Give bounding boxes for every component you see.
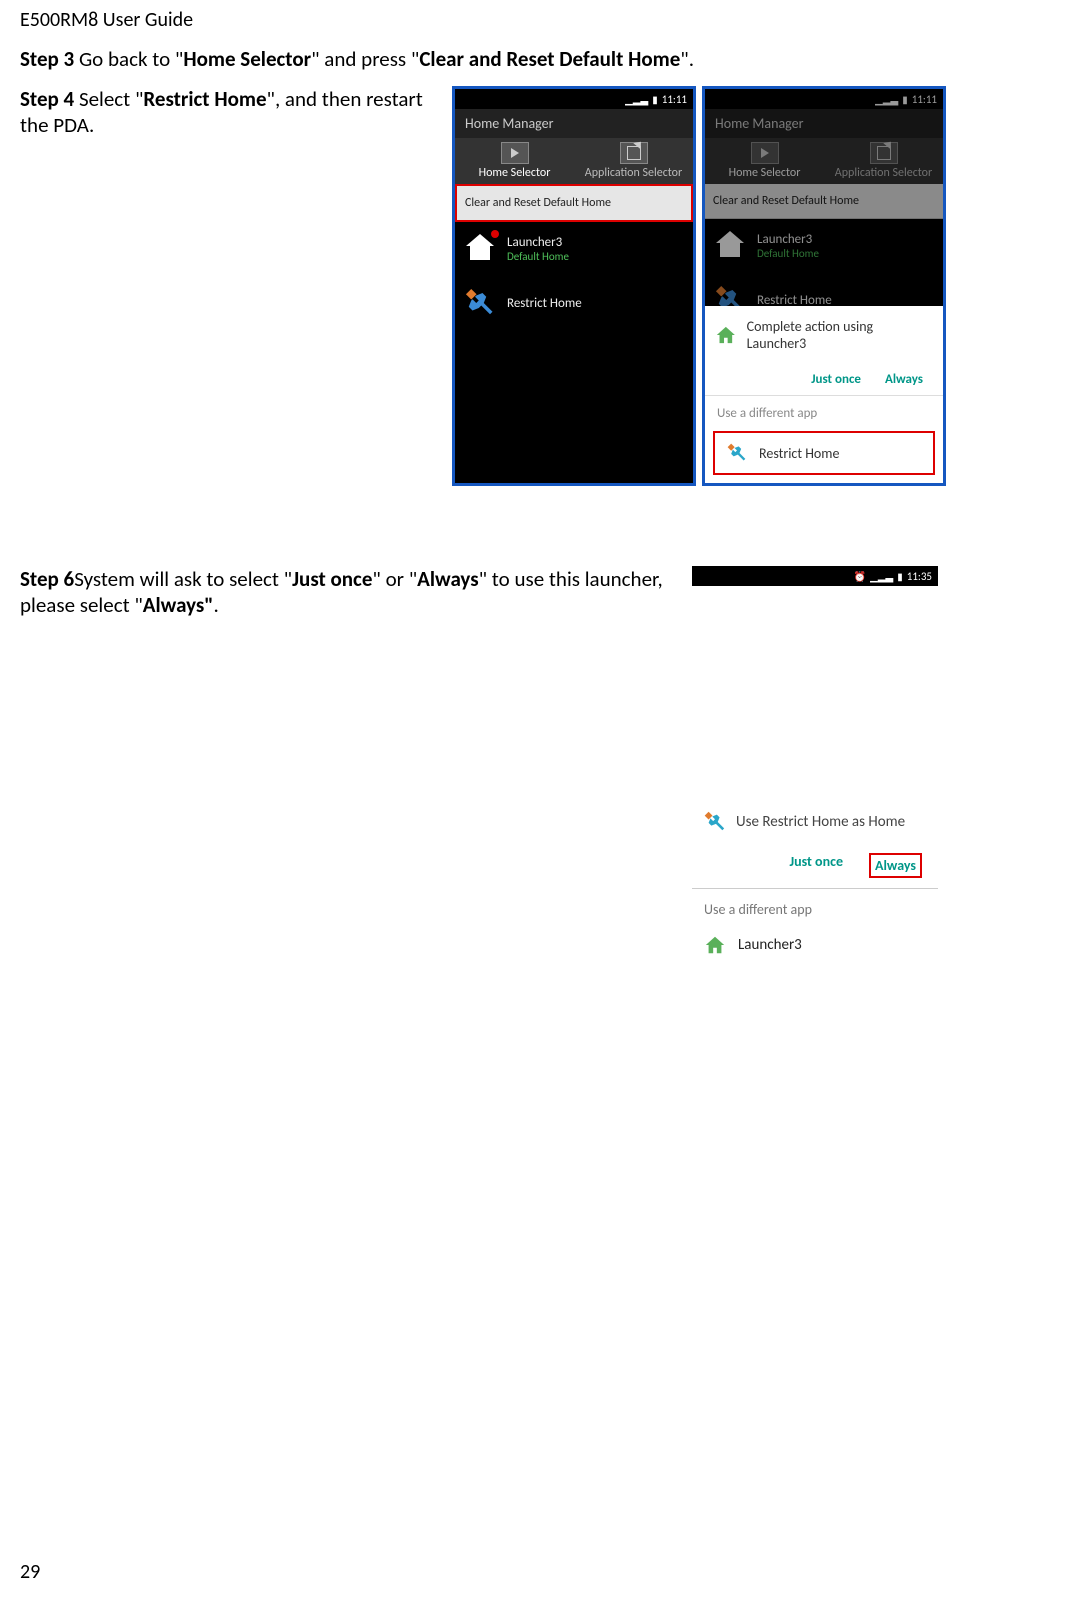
home-icon	[463, 232, 497, 266]
tools-icon	[463, 286, 497, 320]
clear-reset-button[interactable]: Clear and Reset Default Home	[455, 184, 693, 222]
launcher3-item[interactable]: Launcher3 Default Home	[705, 219, 943, 273]
signal-icon: ▁▂▃	[625, 93, 648, 106]
tab-application-selector[interactable]: Application Selector	[824, 138, 943, 184]
tab-home-selector[interactable]: Home Selector	[455, 138, 574, 184]
launcher3-item[interactable]: Launcher3 Default Home	[455, 222, 693, 276]
status-time: 11:11	[912, 93, 937, 106]
battery-icon: ▮	[897, 570, 903, 583]
play-icon	[501, 142, 529, 164]
share-icon	[620, 142, 648, 164]
popup-title: Use Restrict Home as Home	[736, 813, 905, 831]
status-bar: ⏰ ▁▂▃ ▮ 11:35	[692, 566, 938, 586]
status-time: 11:11	[662, 93, 687, 106]
just-once-button[interactable]: Just once	[811, 372, 861, 387]
always-button[interactable]: Always	[869, 853, 922, 878]
screenshot-phone-2: ▁▂▃ ▮ 11:11 Home Manager Home Selector A…	[702, 86, 946, 486]
screenshot-phone-3: ⏰ ▁▂▃ ▮ 11:35 Use Restrict Home as Home …	[692, 566, 938, 968]
always-button[interactable]: Always	[885, 372, 923, 387]
app-title: Home Manager	[455, 109, 693, 138]
tab-home-selector[interactable]: Home Selector	[705, 138, 824, 184]
app-title: Home Manager	[705, 109, 943, 138]
popup-title: Complete action using Launcher3	[747, 318, 933, 352]
signal-icon: ▁▂▃	[870, 570, 893, 583]
tools-icon	[727, 443, 747, 463]
use-different-app-label: Use a different app	[692, 888, 938, 922]
signal-icon: ▁▂▃	[875, 93, 898, 106]
battery-icon: ▮	[902, 93, 908, 106]
share-icon	[870, 142, 898, 164]
clear-reset-button[interactable]: Clear and Reset Default Home	[705, 184, 943, 219]
tools-icon	[704, 811, 726, 833]
home-icon	[715, 324, 737, 346]
action-popup: Complete action using Launcher3 Just onc…	[705, 306, 943, 483]
status-bar: ▁▂▃ ▮ 11:11	[705, 89, 943, 109]
doc-header: E500RM8 User Guide	[20, 8, 1057, 32]
home-icon	[713, 229, 747, 263]
step6-text: Step 6System will ask to select "Just on…	[20, 566, 680, 618]
status-time: 11:35	[907, 570, 932, 583]
use-different-app-label: Use a different app	[705, 395, 943, 427]
step3-text: Step 3 Go back to "Home Selector" and pr…	[20, 46, 1057, 72]
play-icon	[751, 142, 779, 164]
restrict-home-option[interactable]: Restrict Home	[713, 431, 935, 475]
just-once-button[interactable]: Just once	[789, 853, 843, 878]
battery-icon: ▮	[652, 93, 658, 106]
home-icon	[704, 934, 726, 956]
screenshot-phone-1: ▁▂▃ ▮ 11:11 Home Manager Home Selector A…	[452, 86, 696, 486]
home-chooser-popup: Use Restrict Home as Home Just once Alwa…	[692, 797, 938, 968]
alarm-icon: ⏰	[854, 570, 866, 583]
step4-text: Step 4 Select "Restrict Home", and then …	[20, 86, 440, 138]
tab-application-selector[interactable]: Application Selector	[574, 138, 693, 184]
launcher3-option[interactable]: Launcher3	[692, 922, 938, 968]
status-bar: ▁▂▃ ▮ 11:11	[455, 89, 693, 109]
page-number: 29	[20, 1560, 40, 1584]
restrict-home-item[interactable]: Restrict Home	[455, 276, 693, 330]
